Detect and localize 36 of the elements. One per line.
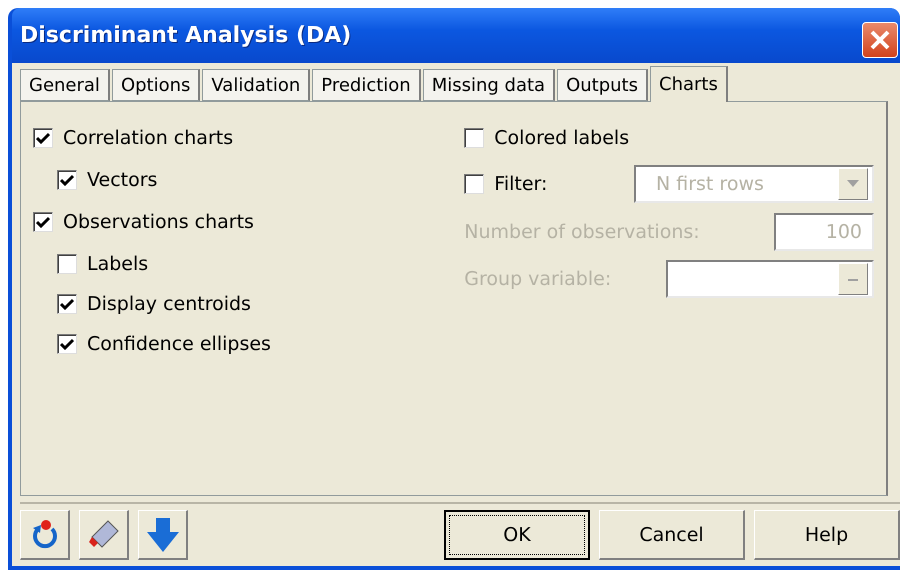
tab[interactable]: Options (112, 69, 200, 101)
checkbox-label: Filter: (494, 173, 548, 195)
range-field[interactable] (666, 260, 874, 298)
dialog-button[interactable]: Help (754, 510, 900, 560)
eraser-icon (88, 518, 120, 550)
checkbox-label: Correlation charts (63, 127, 234, 149)
checkbox-label: Vectors (87, 169, 158, 191)
tab[interactable]: Missing data (422, 69, 556, 101)
checkbox[interactable] (57, 254, 77, 274)
ellipsis-icon (838, 263, 868, 295)
tab[interactable]: Validation (202, 69, 310, 101)
dropdown-value: N first rows (656, 173, 764, 195)
tab[interactable]: General (20, 69, 110, 101)
close-icon (869, 29, 891, 51)
down-button[interactable] (138, 510, 188, 560)
checkbox[interactable] (464, 128, 484, 148)
clear-button[interactable] (79, 510, 129, 560)
checkbox-label: Colored labels (494, 127, 630, 149)
checkbox[interactable] (33, 128, 53, 148)
dialog-button[interactable]: Cancel (599, 510, 745, 560)
checkbox[interactable] (57, 170, 77, 190)
checkbox[interactable] (33, 212, 53, 232)
tab[interactable]: Outputs (557, 69, 648, 101)
window-title: Discriminant Analysis (DA) (20, 23, 352, 48)
tab[interactable]: Prediction (312, 69, 421, 101)
down-arrow-icon (146, 518, 178, 552)
checkbox-label: Confidence ellipses (87, 333, 271, 355)
checkbox[interactable] (57, 294, 77, 314)
close-button[interactable] (862, 22, 898, 58)
tab[interactable]: Charts (650, 66, 728, 102)
checkbox-label: Display centroids (87, 293, 251, 315)
checkbox-label: Labels (87, 253, 148, 275)
checkbox-label: Observations charts (63, 211, 254, 233)
checkbox[interactable] (57, 334, 77, 354)
reset-button[interactable] (20, 510, 70, 560)
dialog-button[interactable]: OK (444, 510, 590, 560)
